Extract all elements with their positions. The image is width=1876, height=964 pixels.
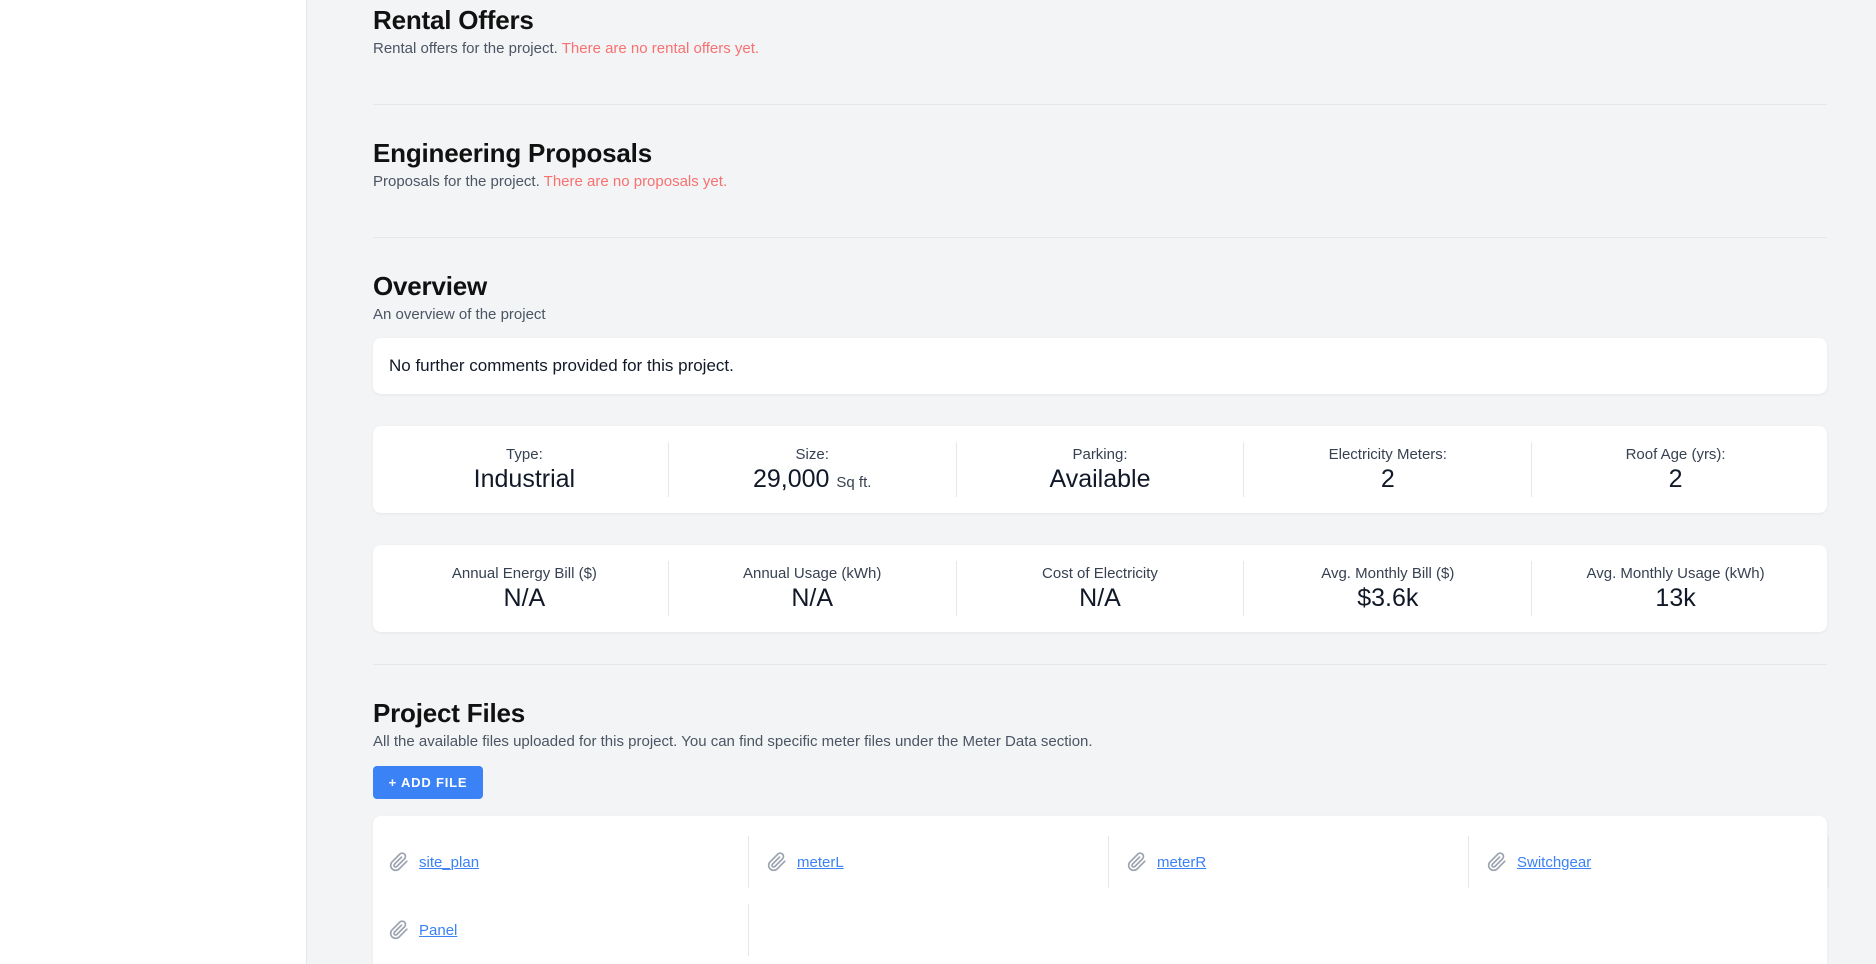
file-item: Panel <box>389 904 749 956</box>
paperclip-icon <box>389 920 408 940</box>
paperclip-icon <box>767 852 786 872</box>
stat-label: Avg. Monthly Usage (kWh) <box>1586 564 1765 582</box>
project-files-subtitle: All the available files uploaded for thi… <box>373 733 1093 750</box>
divider <box>373 664 1827 665</box>
stat-label: Electricity Meters: <box>1328 445 1447 463</box>
stat-type: Type: Industrial <box>381 442 669 497</box>
file-link-panel[interactable]: Panel <box>419 922 457 939</box>
stat-value: 2 <box>1668 464 1683 493</box>
stat-avg-monthly-usage: Avg. Monthly Usage (kWh) 13k <box>1532 561 1819 616</box>
stat-roof-age: Roof Age (yrs): 2 <box>1532 442 1819 497</box>
rental-offers-section: Rental Offers Rental offers for the proj… <box>373 5 759 57</box>
project-files-card: site_plan meterL meterR Switchgear Panel <box>373 816 1829 964</box>
project-files-title: Project Files <box>373 698 526 728</box>
rental-offers-subtitle-text: Rental offers for the project. <box>373 40 558 57</box>
stat-value: Available <box>1049 464 1151 493</box>
stat-label: Size: <box>795 445 829 463</box>
stat-value: N/A <box>503 583 546 612</box>
divider <box>373 237 1827 238</box>
file-link-site-plan[interactable]: site_plan <box>419 854 479 871</box>
engineering-proposals-section: Engineering Proposals Proposals for the … <box>373 138 727 190</box>
file-item: Switchgear <box>1469 836 1829 888</box>
file-item: site_plan <box>389 836 749 888</box>
file-link-meterl[interactable]: meterL <box>797 854 844 871</box>
energy-stats-card: Annual Energy Bill ($) N/A Annual Usage … <box>373 545 1827 632</box>
stat-label: Parking: <box>1072 445 1128 463</box>
engineering-proposals-subtitle-text: Proposals for the project. <box>373 173 540 190</box>
project-files-header: Project Files All the available files up… <box>373 698 1093 750</box>
paperclip-icon <box>389 852 408 872</box>
stat-label: Cost of Electricity <box>1042 564 1158 582</box>
engineering-proposals-title: Engineering Proposals <box>373 138 652 168</box>
files-grid: site_plan meterL meterR Switchgear Panel <box>389 836 1829 956</box>
stat-value: 29,000 Sq ft. <box>669 465 956 494</box>
file-item: meterR <box>1109 836 1469 888</box>
stat-value: $3.6k <box>1357 583 1419 612</box>
overview-header: Overview An overview of the project <box>373 271 546 323</box>
stat-electricity-meters: Electricity Meters: 2 <box>1244 442 1533 497</box>
overview-subtitle: An overview of the project <box>373 306 546 323</box>
stat-value: 2 <box>1380 464 1395 493</box>
stat-value-number: 29,000 <box>752 464 830 493</box>
paperclip-icon <box>1127 852 1146 872</box>
file-item: meterL <box>749 836 1109 888</box>
stat-value-unit: Sq ft. <box>836 473 872 491</box>
stat-value: 13k <box>1655 583 1696 612</box>
stat-label: Annual Energy Bill ($) <box>451 564 597 582</box>
rental-offers-empty-note: There are no rental offers yet. <box>561 40 760 57</box>
stat-parking: Parking: Available <box>957 442 1245 497</box>
stat-avg-monthly-bill: Avg. Monthly Bill ($) $3.6k <box>1244 561 1533 616</box>
rental-offers-subtitle: Rental offers for the project. There are… <box>373 40 759 57</box>
file-link-meterr[interactable]: meterR <box>1157 854 1206 871</box>
overview-comment-text: No further comments provided for this pr… <box>389 356 734 375</box>
stat-value: N/A <box>791 583 834 612</box>
stat-label: Annual Usage (kWh) <box>742 564 882 582</box>
stat-label: Type: <box>506 445 543 463</box>
stat-cost-of-electricity: Cost of Electricity N/A <box>957 561 1245 616</box>
paperclip-icon <box>1487 852 1506 872</box>
overview-comment-card: No further comments provided for this pr… <box>373 338 1827 394</box>
stat-annual-energy-bill: Annual Energy Bill ($) N/A <box>381 561 669 616</box>
stat-label: Avg. Monthly Bill ($) <box>1321 564 1455 582</box>
rental-offers-title: Rental Offers <box>373 5 534 35</box>
stat-annual-usage: Annual Usage (kWh) N/A <box>669 561 957 616</box>
stat-value: Industrial <box>473 464 576 493</box>
stat-label: Roof Age (yrs): <box>1625 445 1726 463</box>
file-link-switchgear[interactable]: Switchgear <box>1517 854 1591 871</box>
divider <box>373 104 1827 105</box>
property-stats-card: Type: Industrial Size: 29,000 Sq ft. Par… <box>373 426 1827 513</box>
stat-value: N/A <box>1079 583 1121 612</box>
engineering-proposals-empty-note: There are no proposals yet. <box>543 173 728 190</box>
stat-size: Size: 29,000 Sq ft. <box>669 442 957 497</box>
sidebar <box>0 0 307 964</box>
add-file-button[interactable]: + ADD FILE <box>373 766 483 799</box>
engineering-proposals-subtitle: Proposals for the project. There are no … <box>373 173 727 190</box>
overview-title: Overview <box>373 271 488 301</box>
